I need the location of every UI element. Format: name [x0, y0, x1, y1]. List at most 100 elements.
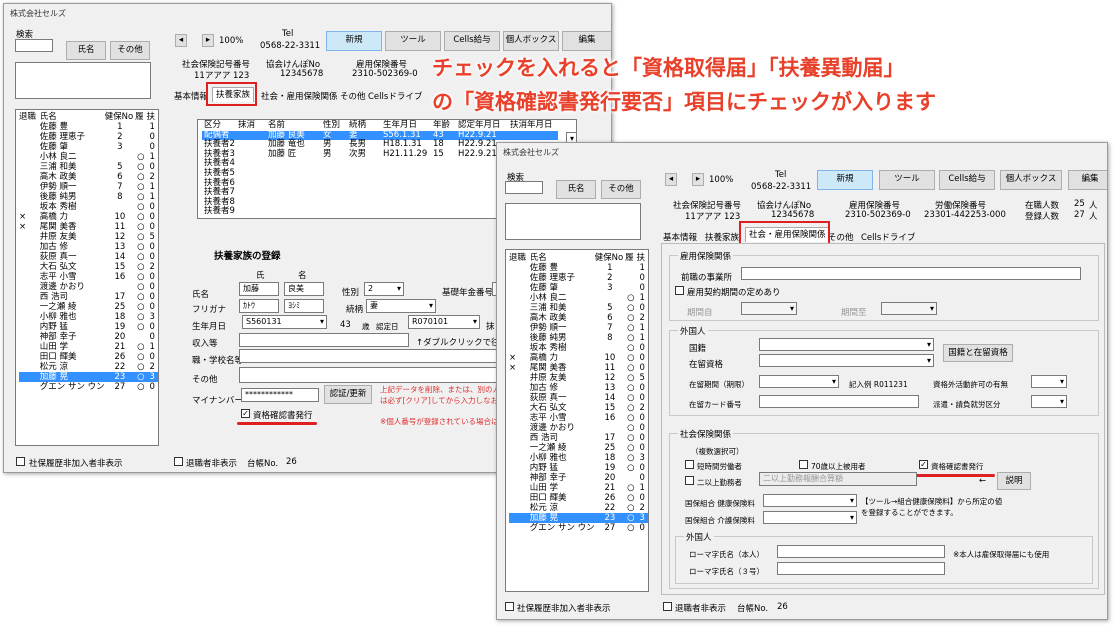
employee-row[interactable]: 三浦 和美 5 ○ 0 — [509, 303, 648, 313]
prev-record-button[interactable]: ◂ — [175, 34, 187, 47]
short-worker-checkbox[interactable] — [685, 460, 694, 469]
tab-drive[interactable]: Cellsドライブ — [368, 90, 422, 102]
employee-row[interactable]: 大石 弘文 15 ○ 2 — [19, 262, 158, 272]
status-select[interactable] — [759, 354, 934, 367]
tools-button-front[interactable]: ツール — [879, 170, 935, 190]
edit-button-front[interactable]: 編集 — [1068, 170, 1107, 190]
employee-row[interactable]: 田口 輝美 26 ○ 0 — [19, 352, 158, 362]
employee-row[interactable]: 西 浩司 17 ○ 0 — [19, 292, 158, 302]
tab-drive-front[interactable]: Cellsドライブ — [861, 231, 915, 243]
employee-row[interactable]: × 高橋 力 10 ○ 0 — [19, 212, 158, 222]
employee-row[interactable]: 加藤 晃 23 ○ 3 — [509, 513, 648, 523]
employee-list-front[interactable]: 退職 氏名 健保No 履 扶 佐藤 豊 1 1 佐藤 理恵子 2 0 佐藤 肇 3 0 小林 良二… — [505, 249, 649, 592]
two-office-checkbox[interactable] — [685, 476, 694, 485]
employee-row[interactable]: 佐藤 理恵子 2 0 — [19, 132, 158, 142]
employee-row[interactable]: 佐藤 豊 1 1 — [19, 122, 158, 132]
employee-row[interactable]: 三浦 和美 5 ○ 0 — [19, 162, 158, 172]
tab-other-front[interactable]: その他 — [828, 231, 854, 243]
employee-row[interactable]: グエン サン ウン 27 ○ 0 — [509, 523, 648, 533]
employee-row[interactable]: × 高橋 力 10 ○ 0 — [509, 353, 648, 363]
employee-row[interactable]: 西 浩司 17 ○ 0 — [509, 433, 648, 443]
birth-select[interactable]: S560131 — [242, 315, 327, 329]
to-select[interactable] — [881, 302, 937, 315]
search-result-area[interactable] — [15, 62, 151, 99]
two-office-input[interactable]: 二以上勤務報酬合算額 — [759, 472, 917, 486]
next-record-button-front[interactable]: ▸ — [692, 173, 704, 186]
new-button[interactable]: 新規 — [326, 31, 382, 51]
dispatch-select[interactable] — [1031, 395, 1067, 408]
card-input[interactable] — [759, 395, 919, 408]
from-select[interactable] — [741, 302, 797, 315]
employee-row[interactable]: 佐藤 肇 3 0 — [509, 283, 648, 293]
mynumber-input[interactable]: ************ — [241, 388, 319, 402]
prev-office-input[interactable] — [741, 267, 1081, 280]
search-other-button[interactable]: その他 — [110, 41, 150, 60]
employee-row[interactable]: 加古 修 13 ○ 0 — [509, 383, 648, 393]
employee-row[interactable]: 佐藤 肇 3 0 — [19, 142, 158, 152]
employee-row[interactable]: 志平 小雪 16 ○ 0 — [19, 272, 158, 282]
employee-row[interactable]: 小柳 雅也 18 ○ 3 — [509, 453, 648, 463]
employee-row[interactable]: 小林 良二 ○ 1 — [509, 293, 648, 303]
cert-issue-checkbox-back[interactable]: ✓ — [241, 409, 250, 418]
prev-record-button-front[interactable]: ◂ — [665, 173, 677, 186]
roma-self-input[interactable] — [777, 545, 945, 558]
employee-row[interactable]: 加藤 晃 23 ○ 3 — [19, 372, 158, 382]
cert-issue-checkbox-front[interactable]: ✓ — [919, 460, 928, 469]
cert-select[interactable]: R070101 — [408, 315, 480, 329]
contract-checkbox[interactable] — [675, 286, 684, 295]
tab-basic[interactable]: 基本情報 — [174, 90, 208, 102]
dependent-row[interactable]: 配偶者 加藤 良美女妻 S56.1.31 43 H22.9.21 — [202, 130, 558, 141]
edit-button[interactable]: 編集 — [562, 31, 611, 51]
employee-row[interactable]: 神部 幸子 20 0 — [19, 332, 158, 342]
employee-row[interactable]: 高木 政美 6 ○ 2 — [509, 313, 648, 323]
employee-list[interactable]: 退職 氏名 健保No 履 扶 佐藤 豊 1 1 佐藤 理恵子 2 0 佐藤 肇 3 0 小林 良二… — [15, 109, 159, 446]
inbox-button[interactable]: 個人ボックス — [503, 31, 559, 51]
inbox-button-front[interactable]: 個人ボックス — [1000, 170, 1062, 190]
verify-button[interactable]: 認証/更新 — [324, 385, 372, 404]
employee-row[interactable]: 松元 涼 22 ○ 2 — [509, 503, 648, 513]
job-input[interactable] — [239, 349, 511, 363]
search-input-front[interactable] — [505, 181, 543, 194]
roma-spouse-input[interactable] — [777, 562, 945, 575]
kumiai-health-select[interactable] — [763, 494, 857, 507]
employee-row[interactable]: 坂本 秀樹 ○ 0 — [19, 202, 158, 212]
search-name-button-front[interactable]: 氏名 — [556, 180, 596, 199]
employee-row[interactable]: 一之瀬 綾 25 ○ 0 — [509, 443, 648, 453]
employee-row[interactable]: 伊勢 順一 7 ○ 1 — [509, 323, 648, 333]
employee-row[interactable]: 小柳 雅也 18 ○ 3 — [19, 312, 158, 322]
hide-social-checkbox[interactable] — [16, 457, 25, 466]
employee-row[interactable]: 田口 輝美 26 ○ 0 — [509, 493, 648, 503]
nationality-button[interactable]: 国籍と在留資格 — [943, 344, 1013, 362]
kumiai-care-select[interactable] — [763, 511, 857, 524]
employee-row[interactable]: 荻原 真一 14 ○ 0 — [509, 393, 648, 403]
employee-row[interactable]: 佐藤 豊 1 1 — [509, 263, 648, 273]
relation-select[interactable]: 妻 — [366, 299, 436, 313]
other-input[interactable] — [239, 367, 511, 383]
employee-row[interactable]: 小林 良二 ○ 1 — [19, 152, 158, 162]
employee-row[interactable]: 後藤 純男 8 ○ 1 — [19, 192, 158, 202]
employee-row[interactable]: 一之瀬 綾 25 ○ 0 — [19, 302, 158, 312]
next-record-button[interactable]: ▸ — [202, 34, 214, 47]
hide-retired-checkbox-front[interactable] — [663, 602, 672, 611]
employee-row[interactable]: 坂本 秀樹 ○ 0 — [509, 343, 648, 353]
tools-button[interactable]: ツール — [385, 31, 441, 51]
hide-social-checkbox-front[interactable] — [505, 602, 514, 611]
employee-row[interactable]: 志平 小雪 16 ○ 0 — [509, 413, 648, 423]
over70-checkbox[interactable] — [799, 460, 808, 469]
period-select[interactable] — [759, 375, 839, 388]
employee-row[interactable]: 後藤 純男 8 ○ 1 — [509, 333, 648, 343]
hide-retired-checkbox[interactable] — [174, 457, 183, 466]
employee-row[interactable]: 高木 政美 6 ○ 2 — [19, 172, 158, 182]
employee-row[interactable]: × 尾関 美香 11 ○ 0 — [19, 222, 158, 232]
employee-row[interactable]: 大石 弘文 15 ○ 2 — [509, 403, 648, 413]
work-permit-select[interactable] — [1031, 375, 1067, 388]
search-input[interactable] — [15, 39, 53, 52]
employee-row[interactable]: 井原 友美 12 ○ 5 — [509, 373, 648, 383]
employee-row[interactable]: 井原 友美 12 ○ 5 — [19, 232, 158, 242]
employee-row[interactable]: × 尾関 美香 11 ○ 0 — [509, 363, 648, 373]
search-result-area-front[interactable] — [505, 203, 641, 240]
search-name-button[interactable]: 氏名 — [66, 41, 106, 60]
cells-pay-button[interactable]: Cells給与 — [444, 31, 500, 51]
employee-row[interactable]: 内野 猛 19 ○ 0 — [509, 463, 648, 473]
employee-row[interactable]: 内野 猛 19 ○ 0 — [19, 322, 158, 332]
